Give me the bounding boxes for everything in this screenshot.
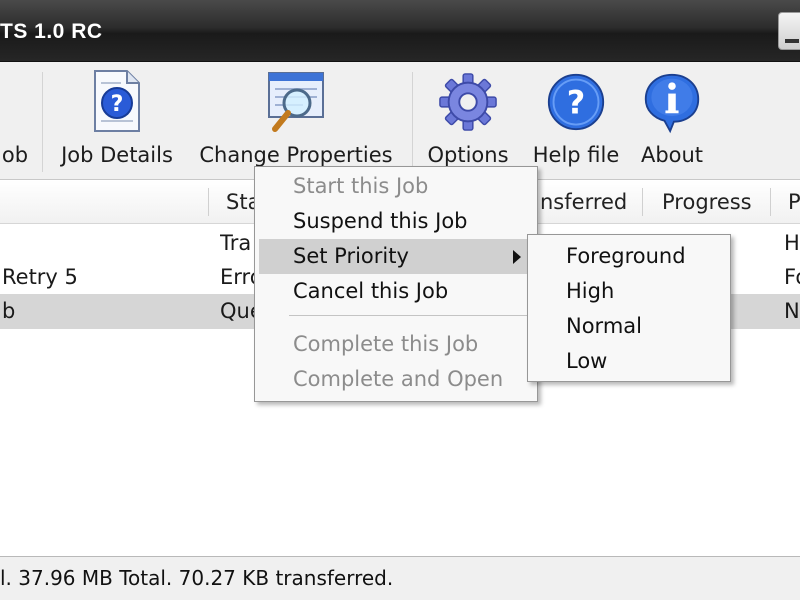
menu-item-start-job[interactable]: Start this Job (259, 169, 533, 204)
about-button[interactable]: About (634, 62, 710, 180)
minimize-button[interactable] (778, 12, 800, 50)
menu-item-normal[interactable]: Normal (532, 309, 726, 344)
column-progress[interactable]: Progress (662, 180, 752, 224)
menu-item-foreground[interactable]: Foreground (532, 239, 726, 274)
priority-submenu: Foreground High Normal Low (527, 234, 731, 382)
menu-item-cancel-job[interactable]: Cancel this Job (259, 274, 533, 309)
row-status: Tra (220, 231, 252, 255)
svg-text:?: ? (111, 92, 124, 117)
column-status[interactable]: Sta (226, 180, 254, 224)
job-context-menu: Start this Job Suspend this Job Set Prio… (254, 166, 538, 402)
help-icon: ? (546, 68, 606, 136)
partial-icon (0, 68, 30, 136)
minimize-icon (785, 39, 799, 43)
row-name: Retry 5 (2, 265, 78, 289)
column-priority[interactable]: P (788, 180, 800, 224)
toolbar-separator (412, 72, 413, 172)
row-priority: Fo (784, 265, 800, 289)
job-details-button[interactable]: ? Job Details (58, 62, 176, 180)
toolbar: ob ? Job Details Change Properties Optio… (0, 62, 800, 180)
column-divider[interactable] (208, 188, 209, 216)
options-button[interactable]: Options (426, 62, 510, 180)
help-file-button[interactable]: ? Help file (532, 62, 620, 180)
set-priority-label: Set Priority (293, 244, 409, 268)
job-details-icon: ? (87, 68, 147, 136)
change-properties-button[interactable]: Change Properties (199, 62, 393, 180)
column-transferred[interactable]: nsferred (540, 180, 627, 224)
column-divider[interactable] (642, 188, 643, 216)
menu-item-suspend-job[interactable]: Suspend this Job (259, 204, 533, 239)
menu-item-complete-job[interactable]: Complete this Job (259, 327, 533, 362)
svg-text:?: ? (567, 83, 585, 121)
about-label: About (640, 143, 704, 167)
row-status: Que (220, 299, 256, 323)
help-file-label: Help file (532, 143, 620, 167)
row-name: b (2, 299, 16, 323)
options-label: Options (427, 143, 509, 167)
title-bar: TS 1.0 RC (0, 0, 800, 62)
menu-item-low[interactable]: Low (532, 344, 726, 379)
change-properties-icon (261, 68, 331, 136)
menu-item-set-priority[interactable]: Set Priority (259, 239, 533, 274)
info-icon (642, 68, 702, 136)
status-text: l. 37.96 MB Total. 70.27 KB transferred. (0, 566, 394, 590)
row-priority: Hi (784, 231, 800, 255)
job-details-label: Job Details (61, 143, 173, 167)
row-status: Erro (220, 265, 256, 289)
menu-item-high[interactable]: High (532, 274, 726, 309)
toolbar-button-partial-job[interactable]: ob (0, 62, 30, 180)
menu-item-complete-open[interactable]: Complete and Open (259, 362, 533, 397)
menu-separator (289, 315, 529, 316)
column-divider[interactable] (770, 188, 771, 216)
change-properties-label: Change Properties (199, 143, 393, 167)
toolbar-separator (42, 72, 43, 172)
gear-icon (438, 68, 498, 136)
window-title: TS 1.0 RC (0, 20, 103, 43)
submenu-arrow-icon (513, 250, 521, 264)
status-bar: l. 37.96 MB Total. 70.27 KB transferred. (0, 556, 800, 600)
row-priority: No (784, 299, 800, 323)
toolbar-label-partial: ob (1, 143, 29, 167)
